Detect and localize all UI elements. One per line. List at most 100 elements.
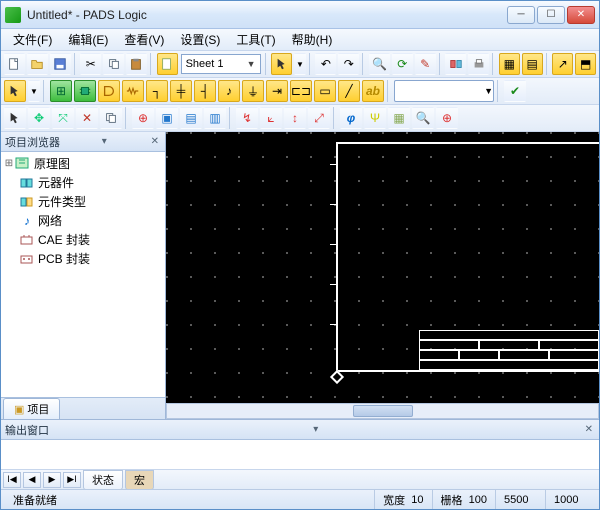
pan-icon[interactable]: ⤧	[52, 107, 74, 129]
output-body[interactable]	[1, 440, 599, 469]
pin-icon[interactable]: ▾	[100, 136, 109, 147]
print-icon[interactable]	[468, 53, 489, 75]
text-icon[interactable]: ab	[362, 80, 384, 102]
nav-first-icon[interactable]: I◀	[3, 472, 21, 488]
copy-icon[interactable]	[103, 53, 124, 75]
project-browser-title: 项目浏览器	[5, 134, 60, 150]
tree-label: PCB 封装	[38, 250, 90, 267]
tool-f-icon[interactable]: ⊕	[132, 107, 154, 129]
hierarchy-icon[interactable]: ▭	[314, 80, 336, 102]
menu-tools[interactable]: 工具(T)	[228, 29, 283, 50]
tool-c-icon[interactable]: ▤	[522, 53, 543, 75]
nav-prev-icon[interactable]: ◀	[23, 472, 41, 488]
chip-icon[interactable]	[74, 80, 96, 102]
open-icon[interactable]	[27, 53, 48, 75]
close-panel-icon[interactable]: ✕	[149, 136, 161, 147]
menu-view[interactable]: 查看(V)	[116, 29, 172, 50]
bus-icon[interactable]: ╪	[170, 80, 192, 102]
status-y: 1000	[545, 490, 595, 509]
zoom-icon[interactable]: 🔍	[369, 53, 390, 75]
menu-setup[interactable]: 设置(S)	[172, 29, 228, 50]
tool-k-icon[interactable]: ⟀	[260, 107, 282, 129]
menu-file[interactable]: 文件(F)	[5, 29, 60, 50]
title-block	[419, 330, 599, 370]
expand-icon[interactable]: ⊞	[3, 158, 15, 169]
menu-edit[interactable]: 编辑(E)	[60, 29, 116, 50]
sidebar-tab-project[interactable]: ▣ 项目	[3, 398, 60, 419]
delete-icon[interactable]: ✕	[76, 107, 98, 129]
sidebar-tabstrip: ▣ 项目	[1, 397, 165, 419]
arrow-icon[interactable]	[4, 107, 26, 129]
drawing-canvas[interactable]	[166, 132, 599, 403]
refresh-icon[interactable]: ⟳	[392, 53, 413, 75]
close-button[interactable]: ✕	[567, 6, 595, 24]
tool-g-icon[interactable]: ▣	[156, 107, 178, 129]
port-icon[interactable]: ⇥	[266, 80, 288, 102]
tool-i-icon[interactable]: ▥	[204, 107, 226, 129]
output-panel: 输出窗口 ▾ ✕ I◀ ◀ ▶ ▶I 状态 宏	[1, 419, 599, 489]
tool-e-icon[interactable]: ⬒	[575, 53, 596, 75]
cut-icon[interactable]: ✂	[80, 53, 101, 75]
wire-icon[interactable]: ┐	[146, 80, 168, 102]
redo-icon[interactable]: ↷	[338, 53, 359, 75]
highlight-icon[interactable]: ✎	[415, 53, 436, 75]
tree-item-component[interactable]: 元器件	[3, 173, 163, 192]
tree-item-schematic[interactable]: ⊞ 原理图	[3, 154, 163, 173]
pin-icon[interactable]: ▾	[311, 424, 320, 435]
output-title: 输出窗口	[5, 422, 49, 438]
duplicate-icon[interactable]	[100, 107, 122, 129]
output-tab-status[interactable]: 状态	[83, 470, 123, 490]
tree-item-net[interactable]: ♪ 网络	[3, 211, 163, 230]
sidebar-tab-label: 项目	[27, 401, 49, 417]
status-ready: 准备就绪	[5, 490, 374, 509]
extra-combo[interactable]: ▼	[394, 80, 494, 102]
tool-a-icon[interactable]	[445, 53, 466, 75]
paste-icon[interactable]	[126, 53, 147, 75]
tool-l-icon[interactable]: ↕	[284, 107, 306, 129]
add-part-icon[interactable]: ⊞	[50, 80, 72, 102]
tool-j-icon[interactable]: ↯	[236, 107, 258, 129]
line-icon[interactable]: ╱	[338, 80, 360, 102]
project-tree[interactable]: ⊞ 原理图 元器件 元件类型 ♪ 网络 CAE 封装 PC	[1, 152, 165, 397]
canvas-hscrollbar[interactable]	[166, 403, 599, 419]
tool-o-icon[interactable]: ▦	[388, 107, 410, 129]
toolbar-row-3: ✥ ⤧ ✕ ⊕ ▣ ▤ ▥ ↯ ⟀ ↕ ⤢ φ Ψ ▦ 🔍 ⊕	[1, 105, 599, 132]
tree-item-cae[interactable]: CAE 封装	[3, 230, 163, 249]
tool-n-icon[interactable]: Ψ	[364, 107, 386, 129]
app-icon	[5, 7, 21, 23]
tool-h-icon[interactable]: ▤	[180, 107, 202, 129]
ground-icon[interactable]: ⏚	[242, 80, 264, 102]
offpage-icon[interactable]: ⊏⊐	[290, 80, 312, 102]
close-panel-icon[interactable]: ✕	[583, 424, 595, 435]
select-icon[interactable]	[4, 80, 26, 102]
junction-icon[interactable]: ┤	[194, 80, 216, 102]
output-tab-macro[interactable]: 宏	[125, 470, 154, 490]
phi-icon[interactable]: φ	[340, 107, 362, 129]
cursor-mode-icon[interactable]	[271, 53, 292, 75]
tool-d-icon[interactable]: ↗	[552, 53, 573, 75]
save-icon[interactable]	[50, 53, 71, 75]
tool-b-icon[interactable]: ▦	[499, 53, 520, 75]
dropdown-arrow-icon[interactable]: ▼	[294, 53, 305, 75]
resistor-icon[interactable]	[122, 80, 144, 102]
output-header: 输出窗口 ▾ ✕	[1, 420, 599, 440]
sheet-combo[interactable]: Sheet 1 ▼	[181, 54, 261, 74]
new-icon[interactable]	[4, 53, 25, 75]
sheet-icon[interactable]	[157, 53, 178, 75]
tree-item-pcb[interactable]: PCB 封装	[3, 249, 163, 268]
tree-item-component-type[interactable]: 元件类型	[3, 192, 163, 211]
maximize-button[interactable]: ☐	[537, 6, 565, 24]
search-tool-icon[interactable]: 🔍	[412, 107, 434, 129]
minimize-button[interactable]: ─	[507, 6, 535, 24]
nav-last-icon[interactable]: ▶I	[63, 472, 81, 488]
dropdown-arrow-icon-2[interactable]: ▼	[28, 80, 40, 102]
net-icon[interactable]: ♪	[218, 80, 240, 102]
move-icon[interactable]: ✥	[28, 107, 50, 129]
nav-next-icon[interactable]: ▶	[43, 472, 61, 488]
check-icon[interactable]: ✔	[504, 80, 526, 102]
menu-help[interactable]: 帮助(H)	[284, 29, 341, 50]
tool-p-icon[interactable]: ⊕	[436, 107, 458, 129]
tool-m-icon[interactable]: ⤢	[308, 107, 330, 129]
undo-icon[interactable]: ↶	[315, 53, 336, 75]
gate-icon[interactable]	[98, 80, 120, 102]
